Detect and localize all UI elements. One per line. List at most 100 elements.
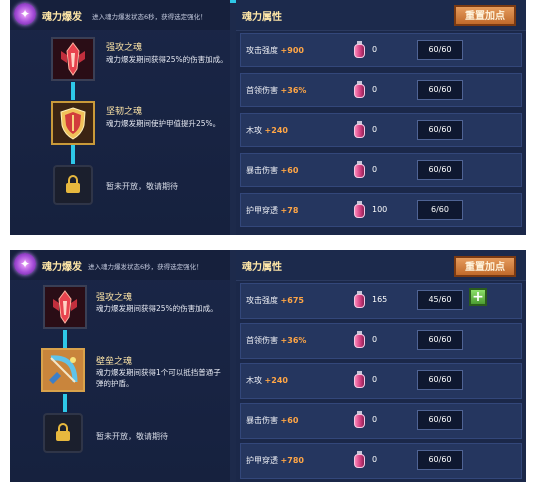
attributes-title: 魂力属性 [242,262,282,273]
potion-count: 0 [372,375,378,384]
reset-points-button[interactable]: 重置加点 [454,5,516,26]
skill-connector [63,330,67,348]
stat-row-wood-attack: 木攻 +240 0 60/60 [240,363,522,399]
stat-row-boss-damage: 首领伤害 +36% 0 60/60 [240,73,522,107]
stat-bonus: +780 [280,456,304,465]
stat-level: 45/60 [417,290,463,310]
red-sword-emblem-icon [53,39,93,79]
stat-level: 60/60 [417,450,463,470]
skill-header: ✦ 魂力爆发 进入魂力爆发状态6秒，获得选定强化！ [10,0,230,30]
reset-points-button[interactable]: 重置加点 [454,256,516,277]
red-sword-emblem-icon [45,287,85,327]
stat-name: 攻击强度 [246,296,278,305]
soul-potion-icon [354,451,365,468]
potion-count: 165 [372,295,388,304]
stat-name: 护甲穿透 [246,456,278,465]
skill-name-bulwark: 壁垒之魂 [96,357,133,367]
skill-desc-power: 魂力爆发期间获得25%的伤害加成。 [106,55,228,64]
stat-bonus: +36% [280,86,307,95]
stat-bonus: +60 [280,166,299,175]
skill-connector [71,144,75,164]
skill-name-power: 强攻之魂 [96,293,133,303]
attributes-title: 魂力属性 [242,12,282,23]
skill-header: ✦ 魂力爆发 进入魂力爆发状态6秒，获得选定强化！ [10,250,230,280]
skill-header-title: 魂力爆发 [42,12,82,23]
add-point-button[interactable]: + [469,288,487,306]
locked-skill-text: 暂未开放，敬请期待 [106,182,178,191]
soul-potion-icon [354,331,365,348]
lock-icon [66,175,80,193]
soul-orb-icon: ✦ [14,253,36,275]
stat-level: 60/60 [417,330,463,350]
skill-header-description: 进入魂力爆发状态6秒，获得选定强化！ [92,13,207,21]
stat-level: 60/60 [417,120,463,140]
skill-slot-power[interactable] [51,37,95,81]
stat-name: 暴击伤害 [246,416,278,425]
skill-slot-toughness[interactable] [51,101,95,145]
skill-desc-power: 魂力爆发期间获得25%的伤害加成。 [96,304,218,313]
skill-tree-column: ✦ 魂力爆发 进入魂力爆发状态6秒，获得选定强化！ 强攻之魂 魂力爆发期间获得2… [10,250,230,482]
attributes-header: 魂力属性 重置加点 [236,250,526,281]
stat-bonus: +240 [264,126,288,135]
skill-connector [63,394,67,412]
soul-potion-icon [354,161,365,178]
skill-slot-bulwark[interactable] [41,348,85,392]
stat-bonus: +900 [280,46,304,55]
stat-row-wood-attack: 木攻 +240 0 60/60 [240,113,522,147]
attributes-column: 魂力属性 重置加点 攻击强度 +900 0 60/60 首领伤害 +36% 0 … [236,0,526,235]
bulwark-bow-emblem-icon [43,350,83,390]
skill-tree-column: ✦ 魂力爆发 进入魂力爆发状态6秒，获得选定强化！ 强攻之魂 魂力爆发期间获得2… [10,0,230,235]
stat-level: 60/60 [417,80,463,100]
stat-row-crit-damage: 暴击伤害 +60 0 60/60 [240,403,522,439]
potion-count: 0 [372,85,378,94]
stat-row-attack: 攻击强度 +675 165 45/60 + [240,283,522,319]
potion-count: 0 [372,45,378,54]
skill-header-title: 魂力爆发 [42,262,82,273]
potion-count: 0 [372,335,378,344]
potion-count: 0 [372,165,378,174]
stat-name: 护甲穿透 [246,206,278,215]
potion-count: 100 [372,205,388,214]
shield-emblem-icon [53,103,93,143]
locked-skill-slot [53,165,93,205]
stat-level: 60/60 [417,410,463,430]
stat-bonus: +675 [280,296,304,305]
stat-row-crit-damage: 暴击伤害 +60 0 60/60 [240,153,522,187]
skill-slot-power[interactable] [43,285,87,329]
stat-name: 首领伤害 [246,86,278,95]
skill-name-power: 强攻之魂 [106,43,143,53]
soul-potion-icon [354,371,365,388]
stat-bonus: +36% [280,336,307,345]
potion-count: 0 [372,125,378,134]
soul-potion-icon [354,121,365,138]
stat-name: 木攻 [246,376,262,385]
stat-level: 6/60 [417,200,463,220]
soul-potion-icon [354,81,365,98]
stat-bonus: +60 [280,416,299,425]
soul-burst-panel-1: ✦ 魂力爆发 进入魂力爆发状态6秒，获得选定强化！ 强攻之魂 魂力爆发期间获得2… [10,0,526,235]
lock-icon [56,423,70,441]
stat-name: 木攻 [246,126,262,135]
attributes-column: 魂力属性 重置加点 攻击强度 +675 165 45/60 + 首领伤害 +36… [236,250,526,482]
skill-desc-bulwark: 魂力爆发期间获得1个可以抵挡普通子弹的护盾。 [96,368,221,388]
stat-name: 攻击强度 [246,46,278,55]
soul-potion-icon [354,201,365,218]
skill-connector [71,82,75,100]
stat-row-armor-pierce: 护甲穿透 +780 0 60/60 [240,443,522,479]
soul-potion-icon [354,291,365,308]
attributes-header: 魂力属性 重置加点 [236,0,526,31]
potion-count: 0 [372,415,378,424]
soul-orb-icon: ✦ [14,3,36,25]
stat-level: 60/60 [417,370,463,390]
potion-count: 0 [372,455,378,464]
soul-potion-icon [354,41,365,58]
stat-level: 60/60 [417,40,463,60]
soul-potion-icon [354,411,365,428]
stat-name: 首领伤害 [246,336,278,345]
soul-burst-panel-2: ✦ 魂力爆发 进入魂力爆发状态6秒，获得选定强化！ 强攻之魂 魂力爆发期间获得2… [10,250,526,482]
skill-name-toughness: 坚韧之魂 [106,107,143,117]
locked-skill-text: 暂未开放，敬请期待 [96,432,168,441]
stat-name: 暴击伤害 [246,166,278,175]
stat-level: 60/60 [417,160,463,180]
stat-bonus: +240 [264,376,288,385]
